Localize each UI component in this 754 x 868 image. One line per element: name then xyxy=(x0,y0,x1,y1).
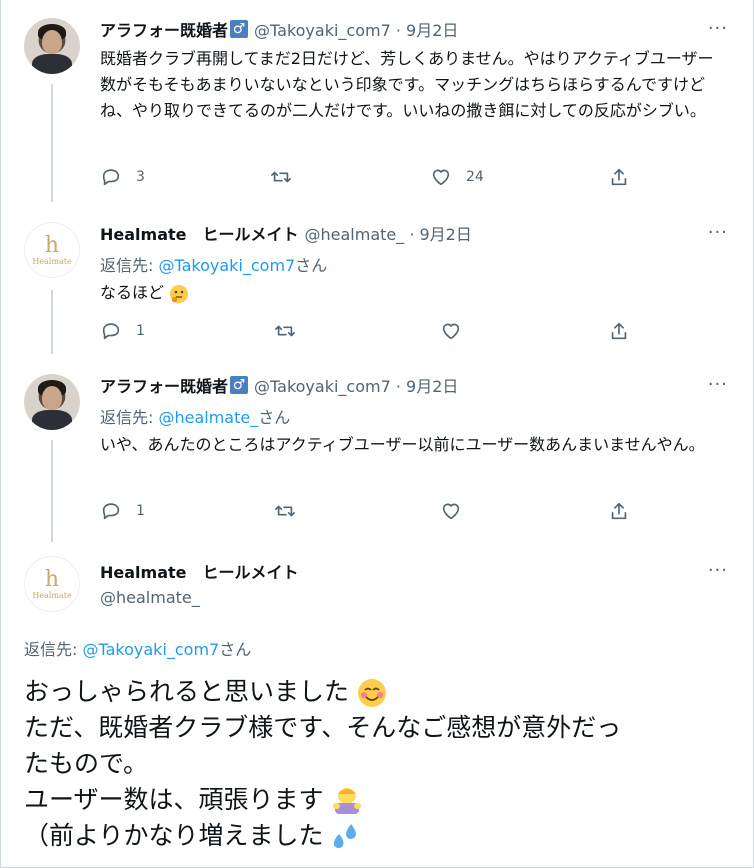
tweet-text: なるほど xyxy=(100,280,724,306)
share-icon xyxy=(611,168,627,186)
display-name[interactable]: Healmate ヒールメイト xyxy=(100,559,299,583)
mention-link[interactable]: @Takoyaki_com7 xyxy=(82,640,219,659)
like-icon xyxy=(432,169,450,186)
tweet-line: ただ、既婚者クラブ様です、そんなご感想が意外だっ xyxy=(24,713,622,742)
more-icon[interactable]: ··· xyxy=(708,560,728,581)
tweet-header: Healmate ヒールメイト xyxy=(100,560,299,582)
reply-button[interactable]: 3 xyxy=(100,166,145,188)
avatar[interactable]: h Healmate xyxy=(24,222,80,278)
more-icon[interactable]: ··· xyxy=(708,222,728,243)
thread-connector xyxy=(51,440,53,542)
thread-connector xyxy=(51,84,53,202)
reply-count: 1 xyxy=(136,503,145,519)
tweet-actions: 1 xyxy=(100,320,640,344)
avatar[interactable]: h Healmate xyxy=(24,556,80,612)
reply-icon xyxy=(102,323,120,340)
handle-and-date[interactable]: @Takoyaki_com7 · 9月2日 xyxy=(254,17,458,41)
reply-count: 3 xyxy=(136,169,145,185)
handle-and-date[interactable]: @healmate_ · 9月2日 xyxy=(305,221,472,245)
like-icon xyxy=(442,323,460,340)
share-icon xyxy=(611,322,627,340)
reply-button[interactable]: 1 xyxy=(100,320,145,342)
tweet-header: アラフォー既婚者 ♂ @Takoyaki_com7 · 9月2日 xyxy=(100,374,458,396)
reply-to: 返信先: @healmate_さん xyxy=(100,408,291,427)
like-button[interactable]: 24 xyxy=(430,166,484,188)
tweet-line: おっしゃられると思いました xyxy=(24,674,724,710)
reply-to: 返信先: @Takoyaki_com7さん xyxy=(24,640,252,659)
retweet-icon xyxy=(275,505,295,517)
share-button[interactable] xyxy=(608,320,630,342)
share-icon xyxy=(611,502,627,520)
tweet-text: いや、あんたのところはアクティブユーザー以前にユーザー数あんまいませんやん。 xyxy=(100,435,705,454)
more-icon[interactable]: ··· xyxy=(708,18,728,39)
handle-and-date[interactable]: @Takoyaki_com7 · 9月2日 xyxy=(254,373,458,397)
avatar[interactable] xyxy=(24,18,80,74)
retweet-button[interactable] xyxy=(274,320,296,342)
tweet-header: Healmate ヒールメイト @healmate_ · 9月2日 xyxy=(100,222,472,244)
display-name[interactable]: アラフォー既婚者 xyxy=(100,373,228,397)
reply-to: 返信先: @Takoyaki_com7さん xyxy=(100,256,328,275)
reply-icon xyxy=(102,503,120,520)
thread-connector xyxy=(51,290,53,354)
tweet-header: アラフォー既婚者 ♂ @Takoyaki_com7 · 9月2日 xyxy=(100,18,458,40)
mention-link[interactable]: @Takoyaki_com7 xyxy=(158,256,295,275)
tweet-actions: 3 24 xyxy=(100,166,640,190)
retweet-button[interactable] xyxy=(270,166,292,188)
like-icon xyxy=(442,503,460,520)
handle[interactable]: @healmate_ xyxy=(100,588,200,607)
reply-count: 1 xyxy=(136,323,145,339)
thinking-emoji-icon xyxy=(170,284,189,303)
mention-link[interactable]: @healmate_ xyxy=(158,408,258,427)
display-name[interactable]: Healmate ヒールメイト xyxy=(100,221,299,245)
more-icon[interactable]: ··· xyxy=(708,374,728,395)
tweet-text: 既婚者クラブ再開してまだ2日だけど、芳しくありません。やはりアクティブユーザー数… xyxy=(100,49,714,120)
share-button[interactable] xyxy=(608,166,630,188)
smiling-emoji-icon xyxy=(357,679,386,707)
verified-badge-icon: ♂ xyxy=(230,376,249,394)
share-button[interactable] xyxy=(608,500,630,522)
tweet-line: ユーザー数は、頑張ります xyxy=(24,782,724,818)
retweet-icon xyxy=(275,325,295,337)
retweet-icon xyxy=(271,171,291,183)
sweat-droplets-emoji-icon xyxy=(334,824,357,849)
retweet-button[interactable] xyxy=(274,500,296,522)
reply-icon xyxy=(102,169,120,186)
tweet-actions: 1 xyxy=(100,500,640,524)
avatar[interactable] xyxy=(24,374,80,430)
tweet-handle: @healmate_ xyxy=(100,586,200,608)
bowing-person-emoji-icon xyxy=(333,788,362,814)
tweet-line: たもので。 xyxy=(24,749,149,778)
display-name[interactable]: アラフォー既婚者 xyxy=(100,17,228,41)
like-count: 24 xyxy=(466,169,484,185)
tweet-text: おっしゃられると思いました ただ、既婚者クラブ様です、そんなご感想が意外だっ た… xyxy=(24,674,724,854)
like-button[interactable] xyxy=(440,320,462,342)
tweet-line: （前よりかなり増えました xyxy=(24,818,724,854)
reply-button[interactable]: 1 xyxy=(100,500,145,522)
verified-badge-icon: ♂ xyxy=(230,20,249,38)
like-button[interactable] xyxy=(440,500,462,522)
